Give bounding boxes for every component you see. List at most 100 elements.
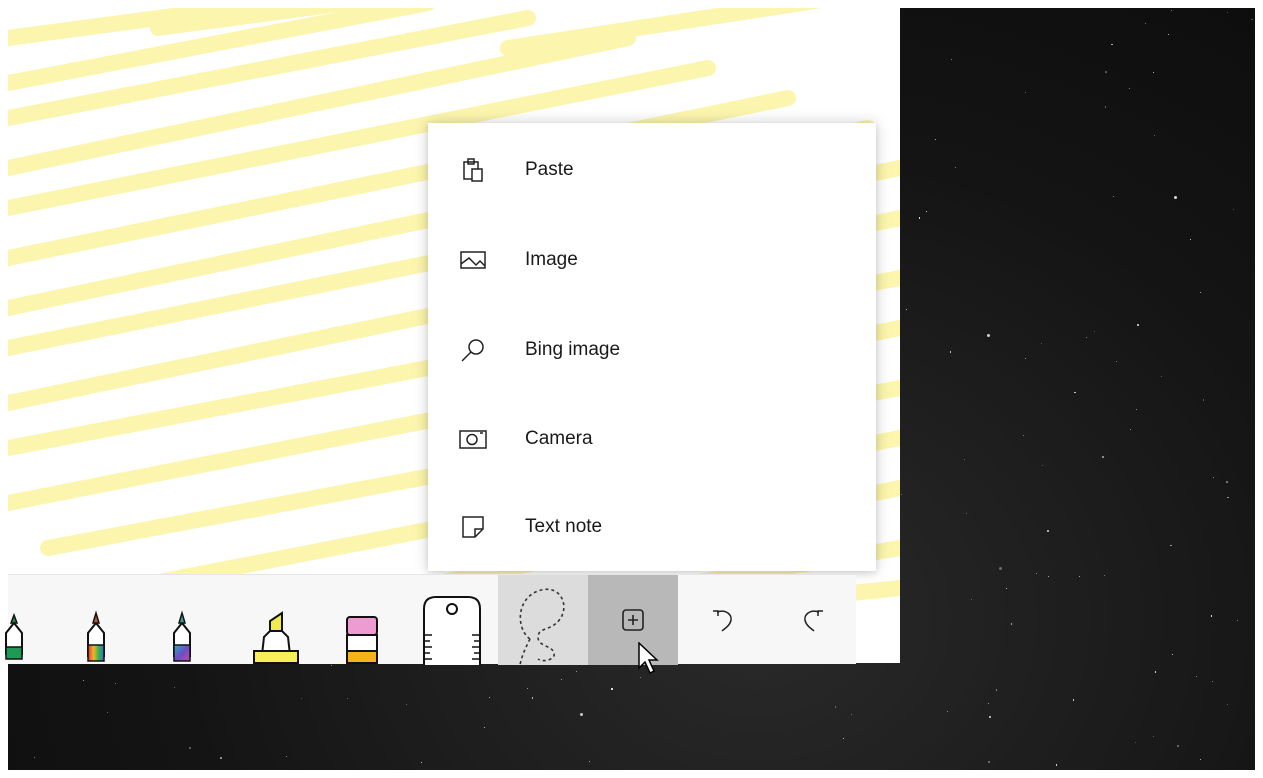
ruler-icon (423, 596, 481, 665)
star-dot (1130, 429, 1132, 431)
star-dot (1055, 764, 1058, 766)
star-dot (995, 689, 998, 691)
star-dot (1005, 588, 1007, 590)
star-dot (1112, 196, 1114, 198)
pen-rainbow-tool[interactable] (76, 575, 116, 665)
star-dot (1152, 71, 1154, 73)
star-dot (946, 710, 948, 712)
pen-icon (5, 612, 23, 660)
eraser-tool[interactable] (342, 575, 382, 665)
star-dot (850, 714, 852, 716)
star-dot (560, 678, 562, 680)
star-dot (1172, 654, 1174, 656)
star-dot (1226, 11, 1228, 13)
add-button[interactable] (588, 575, 678, 665)
star-dot (918, 217, 921, 219)
star-dot (1154, 135, 1156, 137)
star-dot (1200, 291, 1202, 293)
star-dot (1103, 575, 1105, 577)
star-dot (1115, 361, 1117, 363)
star-dot (1136, 409, 1138, 411)
lasso-select-button[interactable] (498, 575, 588, 665)
mouse-cursor-icon (638, 641, 660, 681)
star-dot (1072, 698, 1075, 701)
star-dot (1232, 209, 1234, 211)
menu-item-image[interactable]: Image (428, 215, 876, 304)
star-dot (1226, 481, 1228, 483)
star-dot (834, 706, 837, 709)
star-dot (1102, 455, 1104, 458)
menu-item-label: Paste (525, 158, 574, 180)
star-dot (1145, 22, 1147, 24)
plus-box-icon (622, 609, 644, 631)
redo-icon (804, 610, 823, 632)
star-dot (1111, 43, 1113, 46)
redo-button[interactable] (768, 575, 858, 665)
star-dot (1211, 681, 1213, 683)
star-dot (589, 760, 591, 762)
star-dot (1226, 496, 1229, 499)
star-dot (925, 210, 927, 212)
star-dot (82, 679, 84, 681)
star-dot (900, 493, 902, 495)
menu-item-bing-image[interactable]: Bing image (428, 305, 876, 394)
star-dot (934, 139, 936, 141)
star-dot (986, 333, 990, 337)
star-dot (1104, 106, 1107, 108)
star-dot (189, 747, 191, 749)
star-dot (1174, 195, 1178, 199)
star-dot (527, 687, 529, 689)
menu-item-paste[interactable]: Paste (428, 125, 876, 214)
eraser-icon (346, 616, 378, 664)
star-dot (330, 664, 333, 667)
star-dot (950, 58, 952, 60)
star-dot (1167, 33, 1169, 35)
highlighter-tool[interactable] (244, 575, 308, 665)
star-dot (488, 696, 490, 698)
star-dot (347, 697, 349, 699)
star-dot (1210, 615, 1213, 617)
star-dot (1154, 671, 1157, 673)
inking-toolbar (5, 574, 858, 665)
star-dot (1010, 623, 1013, 625)
star-dot (1094, 330, 1096, 332)
menu-item-label: Bing image (525, 338, 621, 360)
search-icon (458, 335, 488, 365)
star-dot (1160, 376, 1162, 378)
star-dot (174, 686, 176, 688)
star-dot (1189, 238, 1191, 240)
star-dot (989, 716, 991, 718)
star-dot (1079, 576, 1081, 577)
menu-item-camera[interactable]: Camera (428, 394, 876, 483)
star-dot (1170, 9, 1172, 11)
star-dot (998, 567, 1002, 571)
star-dot (1042, 464, 1044, 466)
pen-icon (173, 610, 191, 662)
star-dot (1202, 398, 1205, 401)
highlighter-icon (253, 611, 299, 664)
star-dot (1085, 336, 1088, 339)
star-dot (988, 703, 990, 705)
star-dot (1024, 92, 1026, 94)
pen-galaxy-tool[interactable] (162, 575, 202, 665)
lasso-icon (519, 588, 565, 665)
menu-item-text-note[interactable]: Text note (428, 482, 876, 571)
star-dot (1195, 675, 1197, 677)
star-dot (1128, 87, 1130, 89)
star-dot (1199, 758, 1201, 760)
star-dot (421, 761, 423, 763)
star-dot (286, 756, 288, 758)
star-dot (1040, 342, 1042, 344)
star-dot (1169, 544, 1172, 547)
star-dot (1236, 620, 1238, 622)
insert-menu: Paste Image Bing image Camera Text note (428, 123, 876, 571)
star-dot (33, 756, 36, 759)
ruler-tool[interactable] (420, 575, 484, 665)
star-dot (1134, 741, 1136, 743)
undo-button[interactable] (678, 575, 768, 665)
star-dot (1177, 745, 1179, 747)
star-dot (220, 757, 222, 759)
pen-green-tool[interactable] (0, 575, 34, 665)
star-dot (1036, 572, 1038, 574)
star-dot (1104, 70, 1107, 73)
